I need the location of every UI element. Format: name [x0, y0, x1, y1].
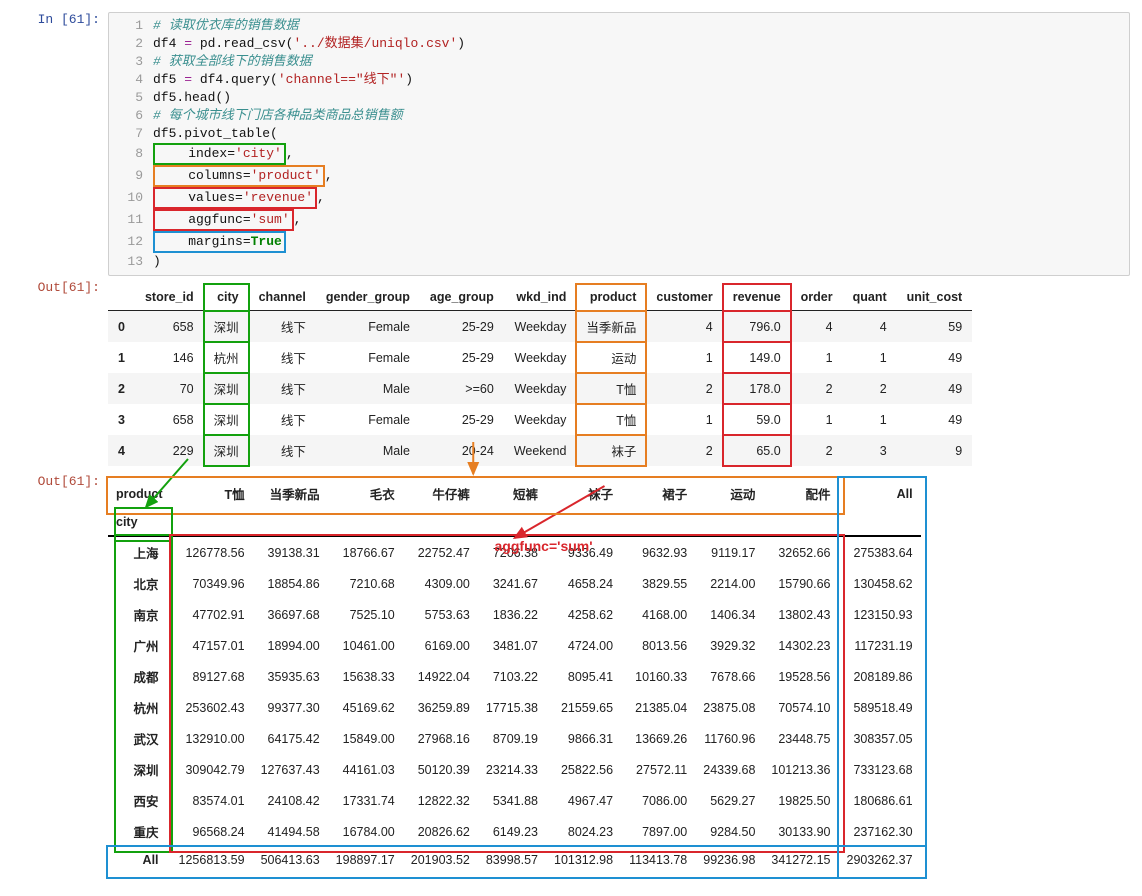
pivot-table-wrap: product T恤当季新品毛衣牛仔裤短裤袜子裙子运动配件All city 上海…: [108, 478, 921, 873]
output-cell-1: Out[61]: store_idcitychannelgender_group…: [12, 280, 1130, 470]
column-header: channel: [249, 284, 316, 311]
pivot-column: 毛衣: [328, 478, 403, 509]
column-header: product: [576, 284, 646, 311]
output-cell-2: Out[61]: product T恤当季新品毛衣牛仔裤短裤袜子裙子运动配件Al…: [12, 474, 1130, 880]
pivot-row-header: city: [108, 509, 171, 536]
column-header: city: [204, 284, 249, 311]
pivot-column: 裙子: [621, 478, 695, 509]
pivot-column: 袜子: [546, 478, 621, 509]
table-row: 0658深圳线下Female25-29Weekday当季新品4796.04459: [108, 311, 972, 343]
input-prompt: In [61]:: [12, 12, 108, 27]
output-prompt-1: Out[61]:: [12, 280, 108, 295]
pivot-column: 运动: [695, 478, 763, 509]
input-cell: In [61]: 1# 读取优衣库的销售数据 2df4 = pd.read_cs…: [12, 12, 1130, 276]
pivot-row: 杭州253602.4399377.3045169.6236259.8917715…: [108, 692, 921, 723]
column-header: revenue: [723, 284, 791, 311]
column-header: order: [791, 284, 843, 311]
pivot-col-header: product: [108, 478, 171, 509]
column-header: quant: [843, 284, 897, 311]
column-header: age_group: [420, 284, 504, 311]
code-comment: # 读取优衣库的销售数据: [153, 17, 299, 35]
pivot-row: 深圳309042.79127637.4344161.0350120.392321…: [108, 754, 921, 785]
margins-arg-box: margins=True: [153, 231, 286, 253]
pivot-row: 南京47702.9136697.687525.105753.631836.224…: [108, 599, 921, 630]
pivot-row: 西安83574.0124108.4217331.7412822.325341.8…: [108, 785, 921, 816]
code-editor[interactable]: 1# 读取优衣库的销售数据 2df4 = pd.read_csv('../数据集…: [108, 12, 1130, 276]
column-header: gender_group: [316, 284, 420, 311]
values-arg-box: values='revenue': [153, 187, 317, 209]
table-row: 1146杭州线下Female25-29Weekday运动1149.01149: [108, 342, 972, 373]
pivot-row: 武汉132910.0064175.4215849.0027968.168709.…: [108, 723, 921, 754]
pivot-row: 广州47157.0118994.0010461.006169.003481.07…: [108, 630, 921, 661]
table-row: 4229深圳线下Male20-24Weekend袜子265.0239: [108, 435, 972, 466]
pivot-column: T恤: [171, 478, 253, 509]
index-arg-box: index='city': [153, 143, 286, 165]
column-header: customer: [646, 284, 722, 311]
table-row: 270深圳线下Male>=60WeekdayT恤2178.02249: [108, 373, 972, 404]
code-comment: # 每个城市线下门店各种品类商品总销售额: [153, 107, 403, 125]
pivot-column: 配件: [763, 478, 838, 509]
column-header: wkd_ind: [504, 284, 577, 311]
column-header: store_id: [135, 284, 204, 311]
pivot-row: 北京70349.9618854.867210.684309.003241.674…: [108, 568, 921, 599]
pivot-row: 重庆96568.2441494.5816784.0020826.626149.2…: [108, 816, 921, 847]
table-row: 3658深圳线下Female25-29WeekdayT恤159.01149: [108, 404, 972, 435]
pivot-column: All: [839, 478, 921, 509]
aggfunc-arg-box: aggfunc='sum': [153, 209, 294, 231]
aggfunc-annotation: aggfunc='sum': [495, 538, 593, 554]
pivot-column: 当季新品: [253, 478, 328, 509]
output-prompt-2: Out[61]:: [12, 474, 108, 489]
pivot-column: 牛仔裤: [403, 478, 478, 509]
pivot-row: 成都89127.6835935.6315638.3314922.047103.2…: [108, 661, 921, 692]
pivot-column: 短裤: [478, 478, 546, 509]
dataframe-head: store_idcitychannelgender_groupage_group…: [108, 284, 972, 466]
code-comment: # 获取全部线下的销售数据: [153, 53, 312, 71]
column-header: unit_cost: [897, 284, 973, 311]
columns-arg-box: columns='product': [153, 165, 325, 187]
